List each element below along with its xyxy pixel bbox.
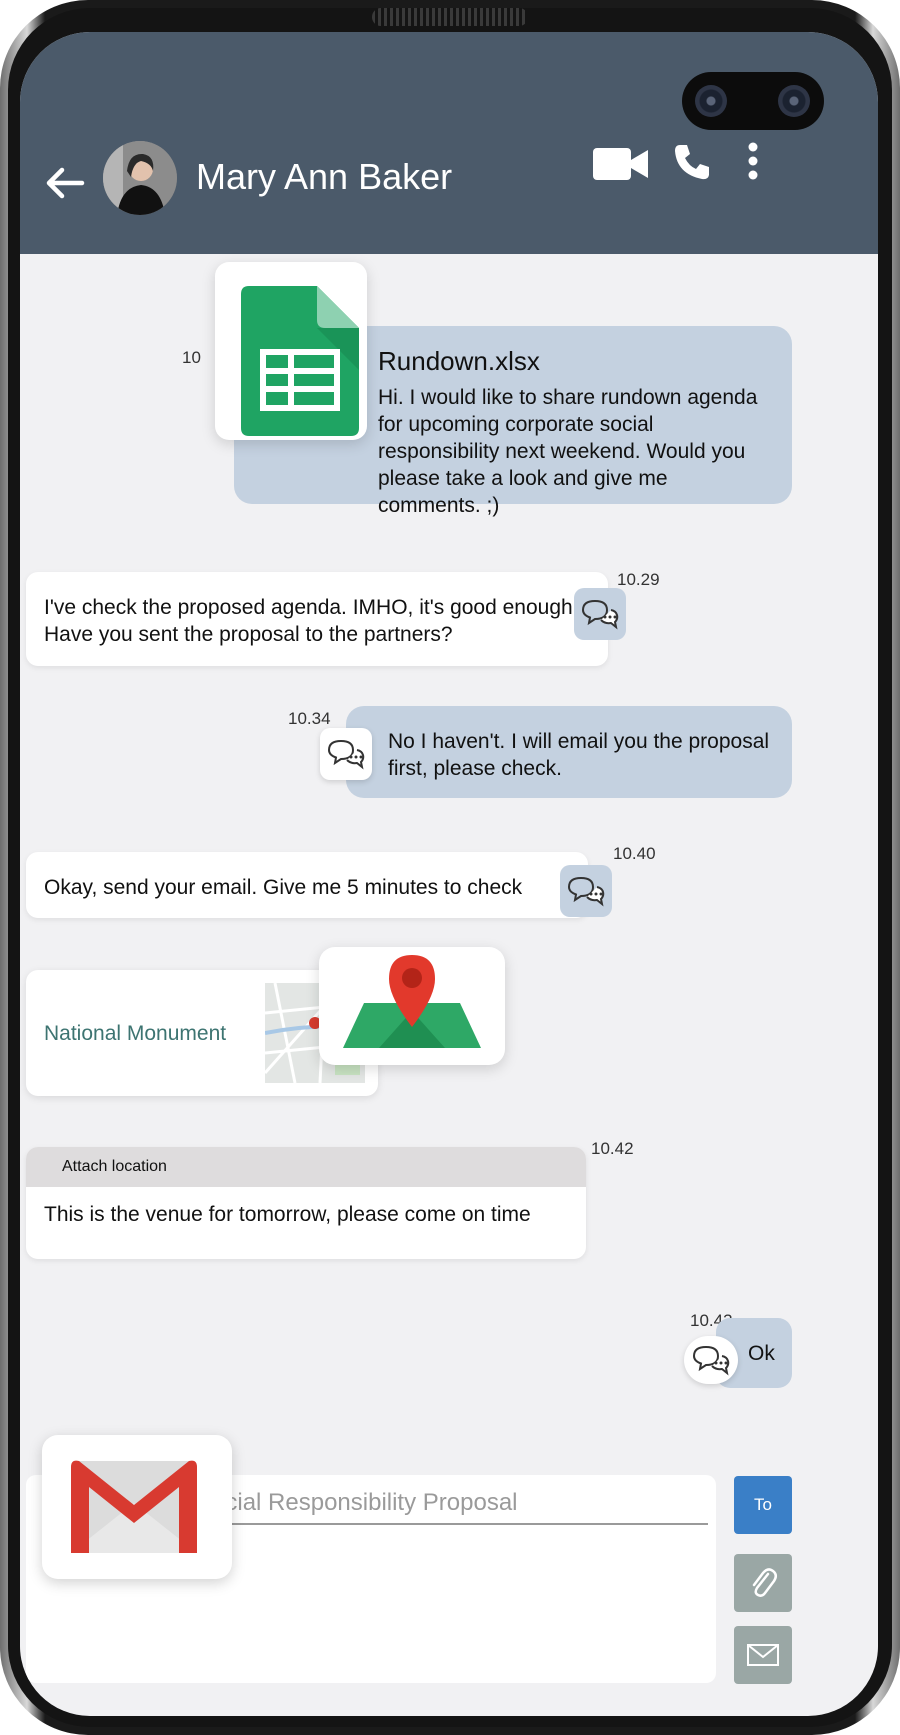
chat-bubble-icon[interactable]	[574, 588, 626, 640]
video-camera-icon[interactable]	[591, 144, 651, 184]
message-time: 10.42	[591, 1139, 634, 1158]
map-pin-card[interactable]	[319, 947, 505, 1065]
file-attachment-card[interactable]	[215, 262, 367, 440]
chat-bubble-icon[interactable]	[560, 865, 612, 917]
attach-location-label: Attach location	[26, 1147, 586, 1187]
message-text: No I haven't. I will email you the propo…	[388, 730, 770, 780]
message-text: Okay, send your email. Give me 5 minutes…	[44, 876, 523, 899]
chat-bubble-icon[interactable]	[320, 728, 372, 780]
subject-field[interactable]: Social Responsibility Proposal	[196, 1489, 708, 1525]
to-label: To	[754, 1495, 772, 1514]
back-arrow-icon[interactable]	[42, 160, 88, 206]
outgoing-message[interactable]: No I haven't. I will email you the propo…	[346, 706, 792, 798]
message-text: Ok	[748, 1342, 775, 1365]
more-vertical-icon[interactable]	[746, 142, 760, 182]
phone-icon[interactable]	[672, 142, 712, 182]
message-text: I've check the proposed agenda. IMHO, it…	[44, 596, 579, 646]
camera-cutout	[682, 72, 824, 130]
google-sheets-icon	[241, 286, 359, 436]
gmail-app-card[interactable]	[42, 1435, 232, 1579]
message-time: 10.40	[613, 844, 656, 863]
incoming-message[interactable]: Okay, send your email. Give me 5 minutes…	[26, 852, 588, 918]
to-button[interactable]: To	[734, 1476, 792, 1534]
incoming-message[interactable]: I've check the proposed agenda. IMHO, it…	[26, 572, 608, 666]
contact-name: Mary Ann Baker	[196, 156, 453, 197]
paperclip-icon	[752, 1568, 777, 1597]
message-text: Hi. I would like to share rundown agenda…	[378, 386, 758, 517]
chat-bubble-icon[interactable]	[684, 1336, 738, 1384]
chat-header: Mary Ann Baker	[20, 32, 878, 254]
send-email-button[interactable]	[734, 1626, 792, 1684]
speaker-grille	[372, 8, 528, 26]
front-camera-lens	[778, 85, 810, 117]
envelope-icon	[747, 1644, 779, 1666]
avatar[interactable]	[103, 141, 177, 215]
map-pin-icon	[343, 955, 481, 1048]
gmail-icon	[71, 1460, 197, 1553]
message-text: This is the venue for tomorrow, please c…	[44, 1203, 531, 1226]
attach-button[interactable]	[734, 1554, 792, 1612]
message-time: 10.34	[288, 709, 331, 728]
front-camera-lens	[695, 85, 727, 117]
message-time: 10.29	[617, 570, 660, 589]
incoming-location-message[interactable]: Attach location This is the venue for to…	[26, 1147, 586, 1259]
message-time: 10	[182, 348, 201, 367]
chat-screen: Mary Ann Baker 10 Rundown.xlsx Hi. I wou…	[20, 32, 878, 1716]
location-name[interactable]: National Monument	[44, 1022, 226, 1046]
file-name[interactable]: Rundown.xlsx	[378, 346, 772, 376]
